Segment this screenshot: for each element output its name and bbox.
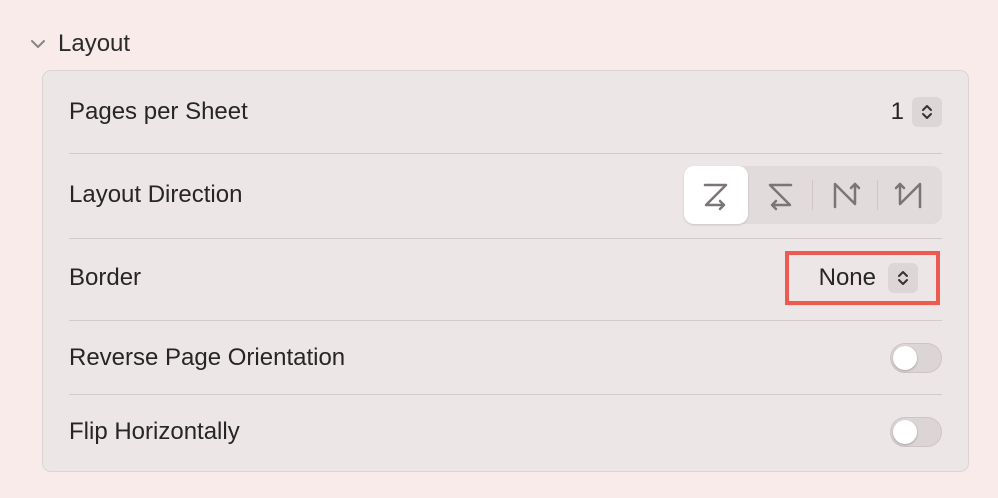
divider (69, 153, 942, 154)
z-order-icon[interactable] (684, 166, 748, 224)
up-down-chevron-icon[interactable] (912, 97, 942, 127)
border-popup-button[interactable]: None (784, 251, 941, 305)
divider (69, 320, 942, 321)
toggle-knob (893, 346, 917, 370)
pages-per-sheet-label: Pages per Sheet (69, 98, 248, 125)
border-label: Border (69, 264, 142, 291)
flip-horizontally-toggle[interactable] (890, 417, 942, 447)
layout-panel: Pages per Sheet 1 Layout Direction Borde… (42, 70, 969, 472)
pages-per-sheet-row: Pages per Sheet 1 (69, 91, 942, 133)
layout-section-header[interactable]: Layout (28, 24, 130, 64)
reverse-n-order-icon[interactable] (878, 166, 942, 224)
divider (69, 238, 942, 239)
section-title: Layout (58, 30, 131, 57)
up-down-chevron-icon[interactable] (888, 263, 918, 293)
layout-direction-row: Layout Direction (69, 166, 942, 224)
layout-direction-segmented-control (684, 166, 942, 224)
divider (69, 394, 942, 395)
pages-per-sheet-popup[interactable]: 1 (891, 97, 942, 127)
border-row: Border None (69, 251, 942, 305)
reverse-page-orientation-label: Reverse Page Orientation (69, 344, 346, 371)
n-order-icon[interactable] (813, 166, 877, 224)
reverse-page-orientation-toggle[interactable] (890, 343, 942, 373)
reverse-page-orientation-row: Reverse Page Orientation (69, 337, 942, 379)
toggle-knob (893, 420, 917, 444)
pages-per-sheet-value: 1 (890, 98, 904, 125)
border-value: None (818, 264, 876, 291)
layout-direction-label: Layout Direction (69, 181, 243, 208)
chevron-down-icon[interactable] (28, 34, 48, 54)
flip-horizontally-row: Flip Horizontally (69, 411, 942, 453)
flip-horizontally-label: Flip Horizontally (69, 418, 240, 445)
reverse-z-order-icon[interactable] (748, 166, 812, 224)
